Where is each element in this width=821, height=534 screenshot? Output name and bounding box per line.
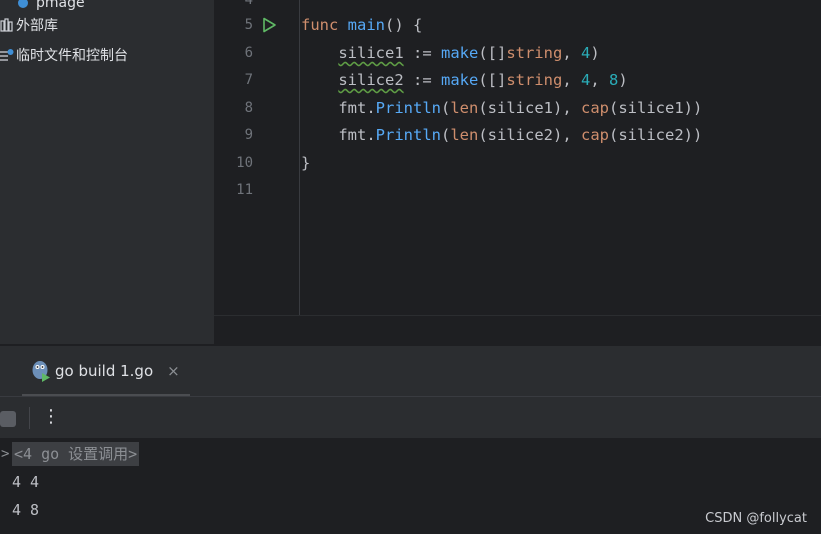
tree-item-label: 外部库: [16, 18, 58, 34]
builtin-call: len: [450, 126, 479, 144]
code-token: () {: [385, 16, 423, 34]
tree-item-scratches[interactable]: 临时文件和控制台: [0, 44, 128, 66]
code-token: (silice2),: [478, 126, 581, 144]
code-line-7: silice2 := make([]string, 4, 8): [301, 67, 628, 94]
library-icon: [0, 18, 13, 32]
number-literal: 4: [580, 44, 591, 62]
line-number: 10: [236, 155, 253, 171]
code-token: .: [366, 126, 376, 144]
code-token: :=: [403, 44, 441, 62]
code-token: .: [366, 99, 376, 117]
more-options-icon[interactable]: ⋮: [42, 405, 60, 429]
code-token: (: [441, 99, 451, 117]
tab-run-configuration[interactable]: go build 1.go ×: [30, 358, 180, 384]
code-token: ,: [590, 71, 609, 89]
builtin-call: cap: [581, 126, 609, 144]
toolbar-divider: [29, 407, 30, 429]
builtin-call: cap: [581, 99, 609, 117]
scratch-console-icon: [0, 49, 14, 61]
editor-bottom-area: [214, 315, 821, 345]
code-token: (silice1),: [478, 99, 581, 117]
code-token: ,: [562, 71, 581, 89]
console-line: 4 8: [12, 501, 40, 519]
function-call: Println: [375, 126, 441, 144]
tree-item-module[interactable]: pmage: [16, 0, 85, 14]
go-module-icon: [18, 0, 28, 8]
code-line-9: fmt.Println(len(silice2), cap(silice2)): [301, 122, 702, 149]
line-number: 8: [244, 100, 253, 116]
tab-label: go build 1.go: [55, 362, 154, 380]
line-number: 6: [244, 45, 253, 61]
console-output[interactable]: > <4 go 设置调用> 4 4 4 8: [0, 438, 821, 534]
number-literal: 4: [580, 71, 591, 89]
code-token: ,: [562, 44, 581, 62]
fold-chevron-icon[interactable]: >: [1, 446, 9, 462]
watermark: CSDN @follycat: [705, 511, 807, 526]
code-token: ): [590, 44, 600, 62]
code-line-8: fmt.Println(len(silice1), cap(silice1)): [301, 95, 702, 122]
package-name: fmt: [338, 126, 367, 144]
console-line: 4 4: [12, 473, 40, 491]
run-gutter-icon[interactable]: [261, 17, 277, 33]
code-token: :=: [403, 71, 441, 89]
function-name: main: [347, 16, 385, 34]
variable: silice2: [338, 71, 404, 89]
builtin-call: make: [440, 71, 479, 89]
package-name: fmt: [338, 99, 367, 117]
code-token: ): [618, 71, 628, 89]
code-line-5: func main() {: [301, 12, 422, 39]
keyword: func: [301, 16, 339, 34]
close-icon[interactable]: ×: [167, 362, 180, 380]
editor-gutter: 4 5 6 7 8 9 10 11: [215, 0, 299, 315]
project-tree-panel: pmage 外部库 临时文件和控制台: [0, 0, 214, 344]
tree-item-label: pmage: [36, 0, 85, 11]
indent-guide: [299, 0, 300, 315]
builtin-call: make: [440, 44, 479, 62]
run-toolbar: ⋮: [0, 396, 821, 439]
type-name: string: [506, 44, 563, 62]
run-tool-window-header: go build 1.go ×: [0, 345, 821, 396]
code-editor[interactable]: 4 5 6 7 8 9 10 11 func main() { silice1 …: [215, 0, 821, 315]
line-number: 9: [244, 127, 253, 143]
code-token: (silice2)): [609, 126, 703, 144]
builtin-call: len: [450, 99, 479, 117]
function-call: Println: [375, 99, 441, 117]
number-literal: 8: [609, 71, 619, 89]
line-number: 11: [236, 182, 253, 198]
code-token: ([]: [478, 44, 507, 62]
code-token: }: [301, 154, 311, 172]
tree-item-label: 临时文件和控制台: [16, 48, 128, 64]
tree-item-external-libraries[interactable]: 外部库: [0, 14, 58, 36]
code-token: (: [441, 126, 451, 144]
go-gopher-run-icon: [32, 361, 50, 382]
code-token: ([]: [478, 71, 507, 89]
variable: silice1: [338, 44, 404, 62]
folded-command-chip[interactable]: <4 go 设置调用>: [12, 442, 140, 466]
type-name: string: [506, 71, 563, 89]
code-line-6: silice1 := make([]string, 4): [301, 40, 600, 67]
line-number: 5: [244, 17, 253, 33]
code-line-10: }: [301, 150, 310, 177]
code-token: (silice1)): [609, 99, 703, 117]
line-number: 7: [244, 72, 253, 88]
stop-button[interactable]: [0, 411, 16, 427]
